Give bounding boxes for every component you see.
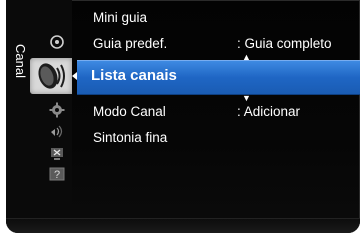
osd-frame: Canal ? Mini guia Guia predef.: Guia co… (6, 0, 360, 233)
svg-text:?: ? (54, 169, 60, 181)
input-icon[interactable] (49, 145, 65, 161)
gear-icon[interactable] (49, 102, 65, 118)
channel-menu: Mini guia Guia predef. : Guia completo ▲… (77, 0, 360, 223)
active-category-tab[interactable] (30, 58, 72, 94)
menu-item-guia-predef[interactable]: Guia predef. (93, 36, 167, 51)
menu-item-lista-canais[interactable]: Lista canais (77, 60, 360, 95)
down-arrow-icon: ▼ (242, 93, 251, 103)
menu-item-sintonia-fina[interactable]: Sintonia fina (93, 130, 167, 145)
globe-icon[interactable] (49, 34, 65, 50)
tv-menu-panel: Canal ? Mini guia Guia predef.: Guia co… (0, 0, 362, 242)
menu-item-modo-canal[interactable]: Modo Canal (93, 104, 166, 119)
help-icon[interactable]: ? (49, 166, 65, 182)
satellite-dish-icon (38, 63, 65, 89)
menu-value-guia-predef: : Guia completo (237, 36, 332, 51)
menu-item-mini-guia[interactable]: Mini guia (93, 10, 147, 25)
menu-value-modo-canal: : Adicionar (237, 104, 301, 119)
sound-icon[interactable] (49, 123, 65, 139)
category-sidebar: Canal ? (6, 0, 72, 223)
menu-item-label: Lista canais (91, 67, 177, 84)
footer-bar (6, 218, 360, 233)
sidebar-section-title: Canal (13, 44, 28, 78)
